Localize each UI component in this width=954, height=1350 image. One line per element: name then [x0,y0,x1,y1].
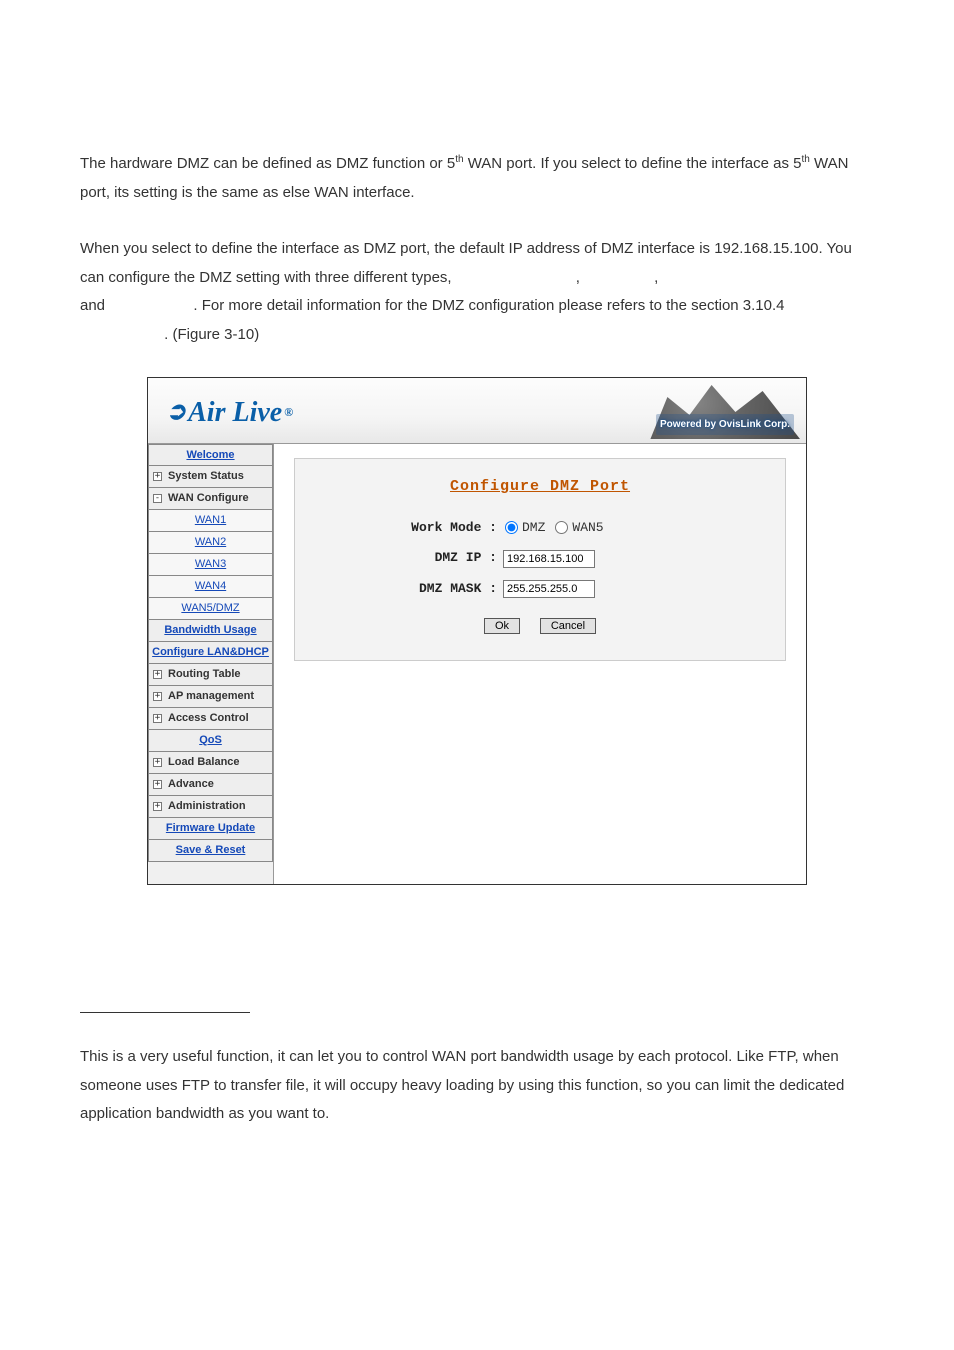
sidebar: Welcome + System Status -WAN Configure WA… [148,444,274,884]
sidebar-item-label: Welcome [186,445,234,466]
sidebar-item-advance[interactable]: + Advance [148,774,273,796]
sidebar-item-label: WAN Configure [168,488,249,509]
plus-icon[interactable]: + [153,802,162,811]
sidebar-item-label: Administration [168,796,246,817]
sidebar-item-access-control[interactable]: + Access Control [148,708,273,730]
brand-text: Air Live [188,386,282,439]
sidebar-item-label: WAN1 [195,510,226,531]
ok-button[interactable]: Ok [484,618,520,634]
sidebar-item-save-reset[interactable]: Save & Reset [148,840,273,862]
work-mode-wan5-radio[interactable] [555,521,568,534]
sidebar-item-label: AP management [168,686,254,707]
sidebar-item-label: Advance [168,774,214,795]
text: This is a very useful function, it can l… [80,1048,844,1122]
cancel-button[interactable]: Cancel [540,618,596,634]
sidebar-item-label: System Status [168,466,244,487]
sidebar-item-label: Load Balance [168,752,240,773]
dmz-mask-label: DMZ MASK : [313,577,503,602]
doc-paragraph-2: When you select to define the interface … [80,235,874,349]
sidebar-item-label: Save & Reset [176,840,246,861]
dmz-config-form: Configure DMZ Port Work Mode : DMZ WAN5 … [294,458,786,661]
sidebar-item-qos[interactable]: QoS [148,730,273,752]
text: WAN port. If you select to define the in… [464,155,802,172]
plus-icon[interactable]: + [153,670,162,679]
router-ui-screenshot: ➲ Air Live® Powered by OvisLink Corp. We… [147,377,807,885]
sidebar-item-administration[interactable]: + Administration [148,796,273,818]
sidebar-item-routing-table[interactable]: + Routing Table [148,664,273,686]
sidebar-item-configure-lan-dhcp[interactable]: Configure LAN&DHCP [148,642,273,664]
registered-mark: ® [284,401,293,424]
sidebar-item-label: WAN4 [195,576,226,597]
work-mode-dmz-radio[interactable] [505,521,518,534]
sidebar-item-label: Configure LAN&DHCP [152,642,269,663]
dmz-ip-label: DMZ IP : [313,546,503,571]
app-body: Welcome + System Status -WAN Configure WA… [148,444,806,884]
work-mode-wan5-option: WAN5 [572,516,603,541]
dmz-ip-input[interactable] [503,550,595,568]
sidebar-item-welcome[interactable]: Welcome [148,444,273,466]
brand-logo: ➲ Air Live® [166,386,293,439]
sidebar-item-wan3[interactable]: WAN3 [148,554,273,576]
sidebar-item-wan2[interactable]: WAN2 [148,532,273,554]
sidebar-item-bandwidth-usage[interactable]: Bandwidth Usage [148,620,273,642]
sidebar-item-label: Access Control [168,708,249,729]
powered-by-text: Powered by OvisLink Corp. [656,414,794,435]
panel-title: Configure DMZ Port [313,473,767,502]
button-row: Ok Cancel [313,614,767,639]
content-panel: Configure DMZ Port Work Mode : DMZ WAN5 … [274,444,806,884]
figure-3-10: ➲ Air Live® Powered by OvisLink Corp. We… [147,377,807,885]
text: . For more detail information for the DM… [193,297,784,314]
dmz-mask-input[interactable] [503,580,595,598]
sidebar-item-label: Routing Table [168,664,241,685]
sidebar-item-wan4[interactable]: WAN4 [148,576,273,598]
sidebar-item-label: Bandwidth Usage [164,620,256,641]
work-mode-dmz-option: DMZ [522,516,545,541]
doc-paragraph-3: This is a very useful function, it can l… [80,1043,874,1129]
work-mode-row: Work Mode : DMZ WAN5 [313,516,767,541]
sidebar-item-wan-configure[interactable]: -WAN Configure [148,488,273,510]
sidebar-item-wan1[interactable]: WAN1 [148,510,273,532]
brand-arc-icon: ➲ [166,390,186,436]
sidebar-item-system-status[interactable]: + System Status [148,466,273,488]
banner: ➲ Air Live® Powered by OvisLink Corp. [148,378,806,444]
text: , [654,269,658,286]
sidebar-item-label: Firmware Update [166,818,255,839]
sidebar-item-label: WAN2 [195,532,226,553]
plus-icon[interactable]: + [153,758,162,767]
sidebar-item-ap-management[interactable]: + AP management [148,686,273,708]
text: When you select to define the interface … [80,240,852,286]
plus-icon[interactable]: + [153,780,162,789]
superscript: th [455,154,463,165]
sidebar-item-label: WAN5/DMZ [181,598,239,619]
minus-icon[interactable]: - [153,494,162,503]
superscript: th [801,154,809,165]
text: and [80,297,109,314]
sidebar-item-label: QoS [199,730,222,751]
work-mode-label: Work Mode : [313,516,503,541]
banner-graphic: Powered by OvisLink Corp. [630,379,800,439]
plus-icon[interactable]: + [153,714,162,723]
text: The hardware DMZ can be defined as DMZ f… [80,155,455,172]
section-underline [80,995,250,1013]
text: , [576,269,584,286]
sidebar-item-firmware-update[interactable]: Firmware Update [148,818,273,840]
dmz-mask-row: DMZ MASK : [313,577,767,602]
doc-paragraph-1: The hardware DMZ can be defined as DMZ f… [80,150,874,207]
sidebar-item-wan5dmz[interactable]: WAN5/DMZ [148,598,273,620]
text: . (Figure 3-10) [164,326,259,343]
plus-icon[interactable]: + [153,692,162,701]
dmz-ip-row: DMZ IP : [313,546,767,571]
sidebar-item-load-balance[interactable]: + Load Balance [148,752,273,774]
plus-icon[interactable]: + [153,472,162,481]
sidebar-item-label: WAN3 [195,554,226,575]
